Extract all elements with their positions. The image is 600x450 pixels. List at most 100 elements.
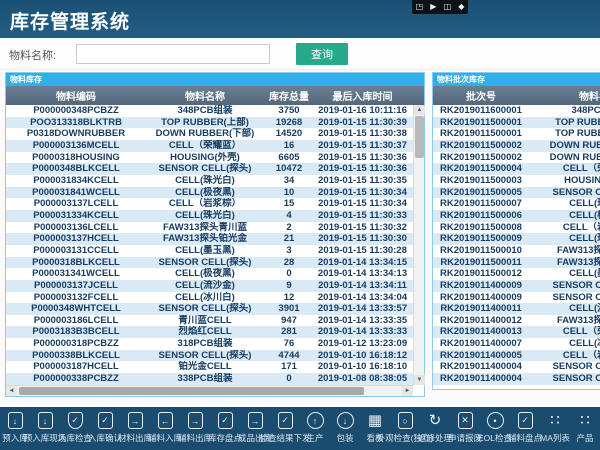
col-material-code[interactable]: 物料编码 [6,86,146,105]
toolbar-item-eol-inspect[interactable]: •EOL检查 [480,407,510,450]
table-row[interactable]: P000031334KCELLCELL(珠光白)42019-01-15 11:3… [6,210,413,222]
col-batch-material-name[interactable]: 物料名称 [529,86,600,105]
col-material-name[interactable]: 物料名称 [146,86,264,105]
table-row[interactable]: P000003131CCELLCELL(墨玉黑)32019-01-15 11:3… [6,245,413,257]
toolbar-item-truck-out[interactable]: →辅料出库 [180,407,210,450]
scroll-up-icon[interactable]: ▲ [414,105,425,115]
table-row[interactable]: P000031341WCELLCELL(极夜黑)02019-01-14 13:3… [6,268,413,280]
toolbar-item-arrow-up-circle[interactable]: ↑生产 [300,407,330,450]
table-row[interactable]: RK2019011500005SENSOR CELL(探头) [433,187,600,199]
table-row[interactable]: RK2019011500003HOUSING(外壳) [433,175,600,187]
horizontal-scroll-thumb[interactable] [19,387,364,395]
table-row[interactable]: P0003183B3BCELL烈焰红CELL2812019-01-14 13:3… [6,326,413,338]
table-cell: FAW313探头青川蓝 [529,245,600,257]
table-row[interactable]: RK2019011500002DOWN RUBBER(下部) [433,140,600,152]
table-cell: 12 [264,292,314,304]
table-row[interactable]: RK2019011400009SENSOR CELL(探头) [433,280,600,292]
table-row[interactable]: RK2019011500008CELL（岩浆棕） [433,222,600,234]
table-row[interactable]: RK2019011500010FAW313探头青川蓝 [433,245,600,257]
table-cell: 2019-01-15 11:30:33 [314,210,411,222]
table-row[interactable]: RK2019011400013CELL（荣耀蓝） [433,326,600,338]
toolbar-item-label: 材料出库 [118,432,152,444]
table-row[interactable]: P000000338PCBZZ338PCB组装02019-01-08 08:38… [6,373,413,385]
screenshot-icon[interactable]: ◫ [444,3,452,11]
toolbar-item-visual-check[interactable]: ○外观检查(独立) [390,407,420,450]
table-row[interactable]: P000031841WCELLCELL(极夜黑)102019-01-15 11:… [6,187,413,199]
table-row[interactable]: P0000348WHTCELLSENSOR CELL(探头)39012019-0… [6,303,413,315]
batch-stock-rows: RK2019011600001348PCB组装RK2019011500001TO… [433,105,600,389]
horizontal-scrollbar[interactable]: ◄ ► [6,385,413,396]
table-row[interactable]: RK2019011500009CELL(珠光白) [433,233,600,245]
table-row[interactable]: RK2019011400005CELL（岩浆棕） [433,350,600,362]
table-row[interactable]: P0000338BLKCELLSENSOR CELL(探头)47442019-0… [6,350,413,362]
table-row[interactable]: P000003136MCELLCELL（荣耀蓝）162019-01-15 11:… [6,140,413,152]
table-row[interactable]: RK2019011400009SENSOR CELL(探头) [433,292,600,304]
query-button[interactable]: 查询 [296,43,348,65]
toolbar-item-material-out[interactable]: →材料出库 [120,407,150,450]
vertical-scrollbar[interactable]: ▲ ▼ [413,105,424,385]
table-row[interactable]: P0318DOWNRUBBERDOWN RUBBER(下部)145202019-… [6,128,413,140]
scroll-left-icon[interactable]: ◄ [6,386,17,396]
col-last-inbound-time[interactable]: 最后入库时间 [314,86,411,105]
table-row[interactable]: P000003137JCELLCELL(流沙金)92019-01-14 13:3… [6,280,413,292]
table-cell: 2019-01-14 13:34:13 [314,268,411,280]
table-row[interactable]: P0000348BLKCELLSENSOR CELL(探头)104722019-… [6,163,413,175]
table-row[interactable]: RK2019011500006CELL(极夜黑) [433,210,600,222]
screen-tool-overlay[interactable]: ◳ ▶ ◫ ◆ [412,0,468,14]
export-icon[interactable]: ◳ [416,3,424,11]
table-row[interactable]: RK2019011400007CELL(冰川白) [433,338,600,350]
table-row[interactable]: RK2019011500012CELL(墨玉黑) [433,268,600,280]
table-row[interactable]: RK2019011500001TOP RUBBER(上部) [433,128,600,140]
broadcast-icon[interactable]: ◆ [458,3,464,11]
table-row[interactable]: P000003137HCELLFAW313探头铂光金212019-01-15 1… [6,233,413,245]
table-cell: 34 [264,175,314,187]
table-row[interactable]: P000000318PCBZZ318PCB组装762019-01-12 13:2… [6,338,413,350]
table-row[interactable]: RK2019011500011FAW313探头铂光金 [433,257,600,269]
vertical-scroll-thumb[interactable] [415,116,424,158]
col-batch-no[interactable]: 批次号 [433,86,529,105]
toolbar-item-shield-check[interactable]: ✓入库检查 [60,407,90,450]
table-row[interactable]: P000003136LCELLFAW313探头青川蓝22019-01-15 11… [6,222,413,234]
table-row[interactable]: P0000318BLKCELLSENSOR CELL(探头)282019-01-… [6,257,413,269]
material-name-input[interactable] [76,44,270,64]
scroll-right-icon[interactable]: ► [402,386,413,396]
table-row[interactable]: RK2019011500002DOWN RUBBER(下部) [433,152,600,164]
table-row[interactable]: RK2019011400004SENSOR CELL(探头) [433,361,600,373]
toolbar-item-scrap-box[interactable]: ✕申请报废 [450,407,480,450]
table-row[interactable]: RK2019011400012FAW313探头铂光金 [433,315,600,327]
table-row[interactable]: RK2019011500007CELL(珠光白) [433,198,600,210]
table-cell: 2019-01-15 11:30:28 [314,245,411,257]
scroll-down-icon[interactable]: ▼ [414,375,425,385]
toolbar-item-arrow-down-circle[interactable]: ↓包装 [330,407,360,450]
toolbar-item-clipboard-check[interactable]: ✓入库确认 [90,407,120,450]
table-cell: CELL(墨玉黑) [529,268,600,280]
table-row[interactable]: RK2019011400004SENSOR CELL(探头) [433,373,600,385]
table-row[interactable]: RK2019011500004CELL（荣耀蓝） [433,163,600,175]
table-row[interactable]: P000003187HCELL铂光金CELL1712019-01-10 16:1… [6,361,413,373]
toolbar-item-product[interactable]: ∷产品 [570,407,600,450]
table-row[interactable]: P000031834KCELLCELL(珠光白)342019-01-15 11:… [6,175,413,187]
stocktake-icon: ✓ [218,412,233,429]
aux-stocktake-icon: ✓ [518,412,533,429]
table-cell: CELL（荣耀蓝） [146,140,264,152]
table-cell: P000031341WCELL [6,268,146,280]
toolbar-item-result-clipboard[interactable]: ✓检查结果下发 [270,407,300,450]
table-row[interactable]: P0000318HOUSINGHOUSING(外壳)66052019-01-15… [6,152,413,164]
clipboard-in-icon: ↓ [8,411,23,430]
table-row[interactable]: P000003132FCELLCELL(冰川白)122019-01-14 13:… [6,292,413,304]
table-row[interactable]: P000003186LCELL青川蓝CELL9472019-01-14 13:3… [6,315,413,327]
toolbar-item-stocktake[interactable]: ✓库存盘点 [210,407,240,450]
toolbar-item-ma-list[interactable]: ∷MA列表 [540,407,570,450]
table-row[interactable]: RK2019011600001348PCB组装 [433,105,600,117]
toolbar-item-rework-refresh[interactable]: ↻返修处理 [420,407,450,450]
table-row[interactable]: P000003137LCELLCELL（岩浆棕）152019-01-15 11:… [6,198,413,210]
col-stock-total[interactable]: 库存总量 [264,86,314,105]
play-icon[interactable]: ▶ [430,3,436,11]
table-row[interactable]: RK2019011400011CELL(流沙金) [433,303,600,315]
toolbar-item-truck-in[interactable]: ←辅料入库 [150,407,180,450]
table-row[interactable]: POO313318BLKTRBTOP RUBBER(上部)192682019-0… [6,117,413,129]
table-row[interactable]: RK2019011500001TOP RUBBER(上部) [433,117,600,129]
toolbar-item-clipboard-in-site[interactable]: ↓预入库现场 [30,407,60,450]
table-row[interactable]: P000000348PCBZZ348PCB组装37502019-01-16 10… [6,105,413,117]
toolbar-item-aux-stocktake[interactable]: ✓辅料盘点 [510,407,540,450]
